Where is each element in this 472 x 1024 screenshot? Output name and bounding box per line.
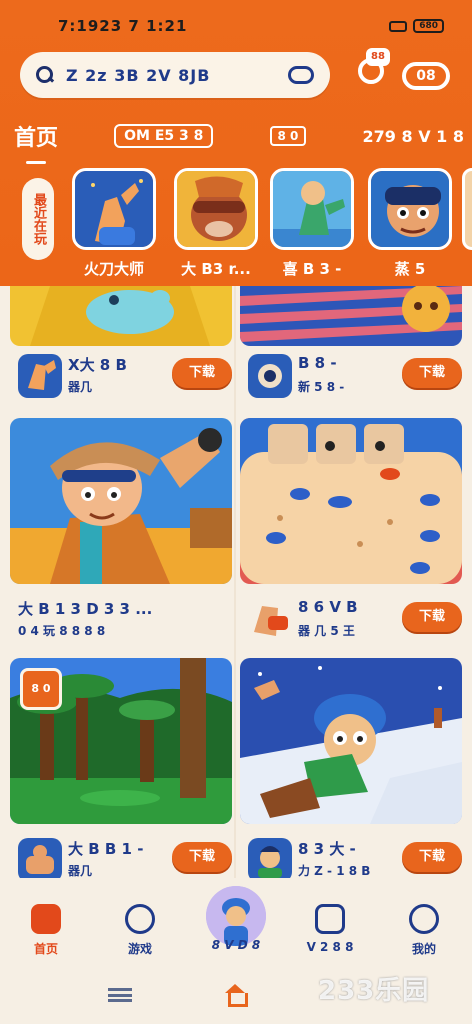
game-card[interactable]: 8 6 V B 器 几 5 王 下载 (240, 418, 462, 642)
game-subtitle: 力 Z - 1 8 B (298, 864, 371, 878)
center-label: 8 V D 8 (211, 938, 261, 952)
game-subtitle: 新 5 8 - (298, 380, 345, 394)
game-card[interactable]: 8 0 大 B B 1 - 器几 下载 (10, 658, 232, 878)
nav-label: 我的 (411, 942, 436, 956)
download-button[interactable]: 下载 (402, 358, 462, 388)
games-icon (125, 904, 155, 934)
game-title: 8 6 V B (298, 598, 358, 616)
recent-game-thumbnail (270, 168, 354, 250)
gamepad-home-icon (31, 904, 61, 934)
bottom-nav: 首页 游戏 8 V D 8 V 2 8 8 我的 (0, 880, 472, 970)
game-icon (248, 598, 292, 642)
game-card[interactable]: B 8 - 新 5 8 - 下载 (240, 286, 462, 398)
game-title: 大 B B 1 - (68, 840, 144, 858)
recent-game-2[interactable]: 大 B3 r... (174, 168, 258, 279)
profile-icon (409, 904, 439, 934)
download-button[interactable]: 下载 (402, 842, 462, 872)
home-icon[interactable] (222, 984, 248, 1007)
game-card[interactable]: X大 8 B 器几 下载 (10, 286, 232, 398)
column-divider (234, 286, 236, 878)
nav-label: 游戏 (127, 942, 152, 956)
game-card[interactable]: 8 3 大 - 力 Z - 1 8 B 下载 (240, 658, 462, 878)
gift-badge: 88 (366, 48, 390, 66)
game-subtitle: 器 几 5 王 (298, 624, 355, 638)
tab-category-4[interactable]: 279 8 V 1 8 (363, 127, 464, 146)
recent-games-row: 火刀大师 大 B3 r... 喜 B 3 - 蒸 5 (72, 168, 472, 280)
game-icon (18, 838, 62, 878)
recent-game-thumbnail (72, 168, 156, 250)
game-subtitle: 器几 (68, 864, 93, 878)
search-icon (36, 66, 54, 84)
tab-category-3[interactable]: 8 0 (269, 126, 307, 146)
recent-game-name: 喜 B 3 - (282, 260, 342, 278)
status-time: 7:1923 7 1:21 (58, 17, 188, 35)
nav-item-games[interactable]: 游戏 (110, 904, 170, 957)
nav-item-profile[interactable]: 我的 (394, 904, 454, 957)
recent-game-name: 大 B3 r... (181, 260, 251, 278)
my-games-button[interactable]: 08 (402, 62, 450, 90)
game-feed[interactable]: X大 8 B 器几 下载 B 8 - 新 5 8 - 下载 大 B 1 3 D … (0, 286, 472, 878)
game-cover (10, 418, 232, 584)
game-title: B 8 - (298, 354, 337, 372)
game-cover (240, 658, 462, 824)
recent-game-4[interactable]: 蒸 5 (368, 168, 452, 279)
gamepad-icon[interactable] (288, 66, 314, 84)
game-info-row: 8 6 V B 器 几 5 王 下载 (240, 596, 462, 644)
recent-game-1[interactable]: 火刀大师 (72, 168, 156, 279)
message-icon (315, 904, 345, 934)
game-subtitle: 器几 (68, 380, 93, 394)
game-badge: 8 0 (20, 668, 62, 710)
download-button[interactable]: 下载 (172, 358, 232, 388)
recent-game-thumbnail (368, 168, 452, 250)
game-cover (240, 286, 462, 346)
top-header: 7:1923 7 1:21 680 Z 2z 3B 2V 8JB 88 08 首… (0, 0, 472, 286)
game-icon (248, 354, 292, 398)
game-info-row: B 8 - 新 5 8 - 下载 (240, 352, 462, 400)
recent-game-5-partial[interactable] (462, 168, 472, 250)
wifi-icon (389, 20, 408, 32)
recent-game-thumbnail (174, 168, 258, 250)
status-bar: 7:1923 7 1:21 680 (58, 16, 444, 36)
download-button[interactable]: 下载 (172, 842, 232, 872)
recent-label: 最近在玩 (22, 178, 54, 260)
search-bar[interactable]: Z 2z 3B 2V 8JB (20, 52, 330, 98)
game-cover (240, 418, 462, 584)
nav-item-home[interactable]: 首页 (16, 904, 76, 957)
game-title: X大 8 B (68, 356, 127, 374)
recent-game-3[interactable]: 喜 B 3 - (270, 168, 354, 279)
system-nav-bar: 233乐园 (0, 970, 472, 1024)
gift-button[interactable]: 88 (354, 48, 392, 86)
recent-game-name: 蒸 5 (394, 260, 426, 278)
game-info-row: X大 8 B 器几 下载 (10, 352, 232, 400)
game-info-row: 大 B B 1 - 器几 下载 (10, 836, 232, 878)
search-placeholder: Z 2z 3B 2V 8JB (66, 65, 211, 85)
game-icon (18, 354, 62, 398)
nav-item-messages[interactable]: V 2 8 8 (300, 904, 360, 954)
game-cover (10, 286, 232, 346)
category-tabs: 首页 OM E5 3 8 8 0 279 8 V 1 8 (14, 118, 464, 164)
game-title: 大 B 1 3 D 3 3 ... (18, 600, 153, 618)
tab-category-2[interactable]: OM E5 3 8 (114, 124, 214, 148)
recent-game-name: 火刀大师 (83, 260, 144, 278)
watermark: 233乐园 (318, 976, 430, 1006)
nav-label: V 2 8 8 (306, 940, 354, 954)
game-info-row: 大 B 1 3 D 3 3 ... 0 4 玩 8 8 8 8 (10, 596, 232, 644)
game-title: 8 3 大 - (298, 840, 356, 858)
game-icon (248, 838, 292, 878)
game-card[interactable]: 大 B 1 3 D 3 3 ... 0 4 玩 8 8 8 8 (10, 418, 232, 638)
game-subtitle: 0 4 玩 8 8 8 8 (18, 624, 106, 638)
menu-icon[interactable] (108, 988, 132, 1002)
tab-home[interactable]: 首页 (14, 120, 58, 164)
center-avatar-button[interactable] (206, 886, 266, 946)
game-info-row: 8 3 大 - 力 Z - 1 8 B 下载 (240, 836, 462, 878)
download-button[interactable]: 下载 (402, 602, 462, 632)
nav-label: 首页 (33, 942, 58, 956)
battery-icon: 680 (413, 19, 444, 33)
game-cover: 8 0 (10, 658, 232, 824)
